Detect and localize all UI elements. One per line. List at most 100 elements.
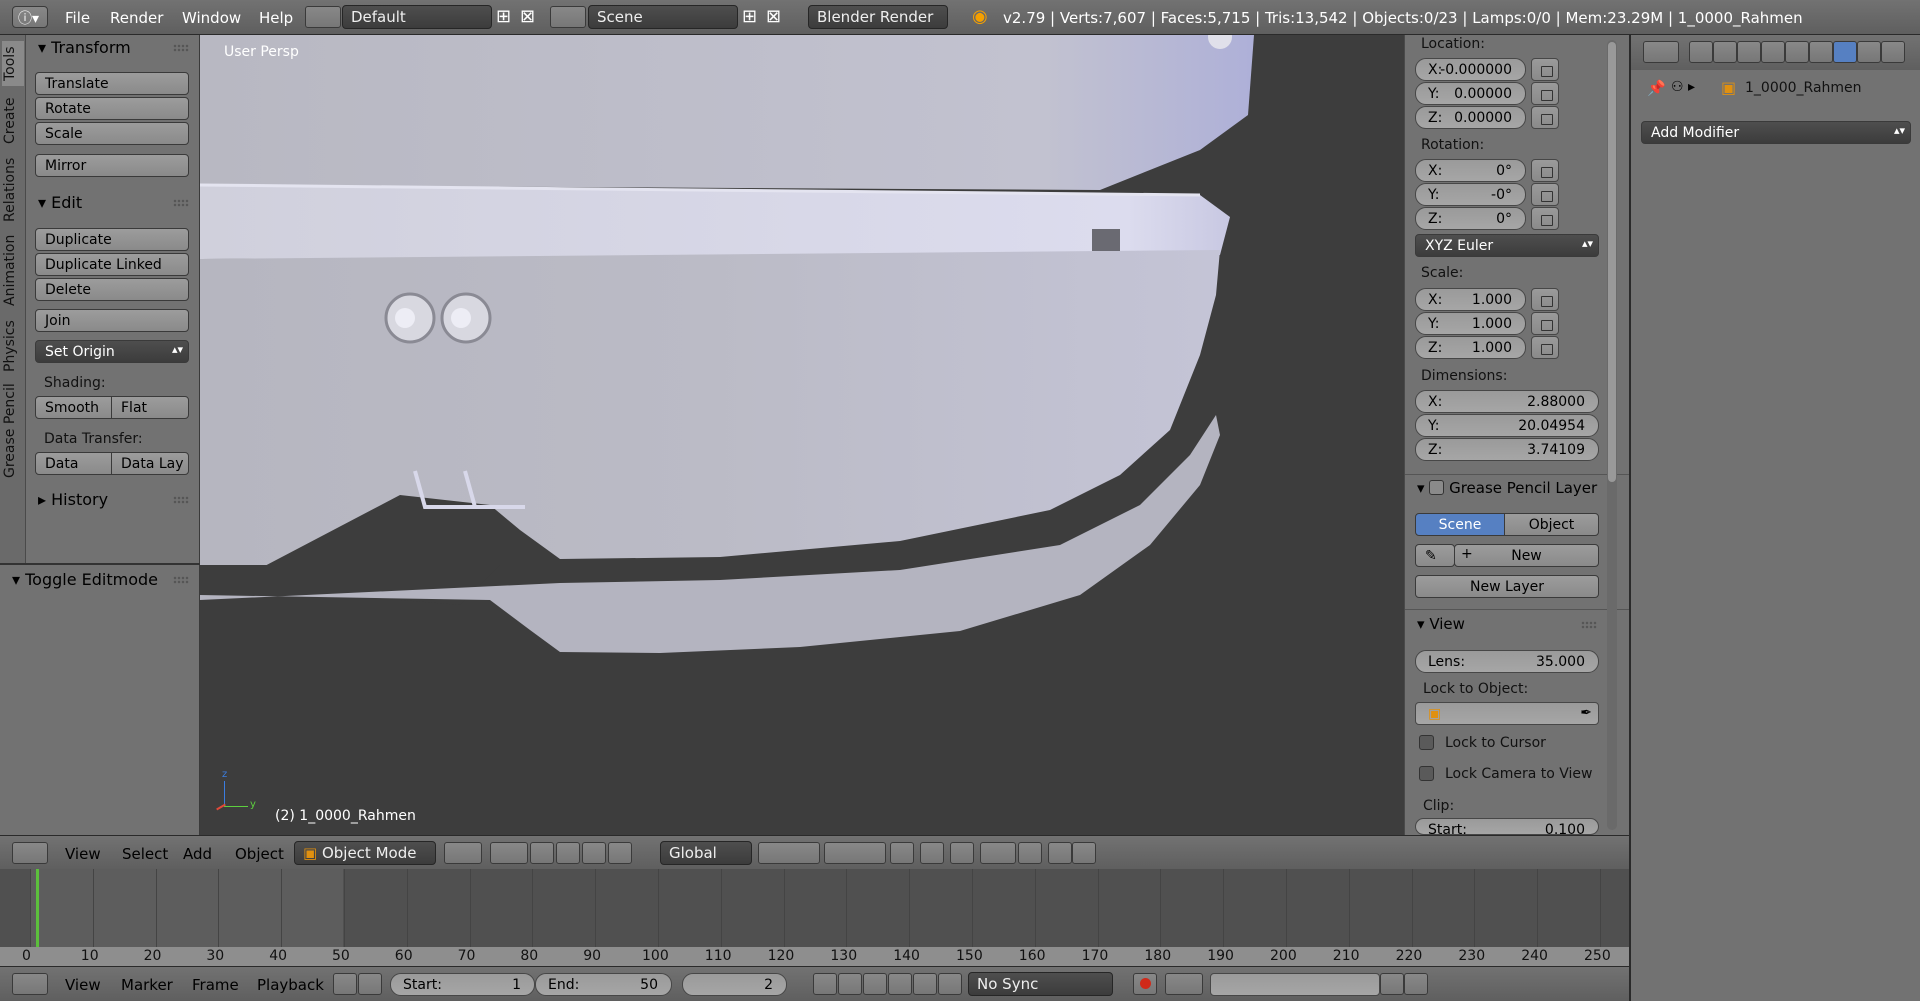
drag-handle-icon[interactable] [173,576,189,584]
scene-icon[interactable] [550,6,586,28]
menu-help[interactable]: Help [259,9,293,27]
pin-icon[interactable]: 📌 [1647,79,1666,97]
scale-button[interactable]: Scale [35,122,189,145]
remove-scene-icon[interactable]: ⊠ [766,6,781,27]
grease-pencil-checkbox[interactable] [1429,480,1445,495]
render-icon[interactable] [1048,842,1072,864]
data-tab-icon[interactable] [1857,41,1881,63]
lock-icon[interactable] [1531,159,1559,182]
toggle-editmode-header[interactable]: ▾ Toggle Editmode [12,570,158,589]
menu-file[interactable]: File [65,9,90,27]
menu-object[interactable]: Object [235,845,284,863]
lock-icon[interactable] [1531,288,1559,311]
lock-icon[interactable] [1531,336,1559,359]
gp-new-layer-button[interactable]: New Layer [1415,575,1599,598]
scale-x-field[interactable]: X: 1.000 [1415,288,1526,311]
current-frame-field[interactable]: 2 [682,973,787,996]
rotation-mode-dropdown[interactable]: XYZ Euler ▴▾ [1415,234,1599,257]
proportional-edit-icon[interactable] [920,842,944,864]
rotation-z-field[interactable]: Z: 0° [1415,207,1526,230]
render-animation-icon[interactable] [1072,842,1096,864]
scene-dropdown[interactable]: Scene [588,5,738,29]
tab-create[interactable]: Create [2,93,24,148]
snap-target-icon[interactable] [1018,842,1042,864]
scale-manipulator-icon[interactable] [608,842,632,864]
jump-prev-keyframe-icon[interactable] [838,973,862,995]
menu-render[interactable]: Render [110,9,163,27]
lock-icon[interactable] [1531,82,1559,105]
sync-dropdown[interactable]: No Sync [968,972,1113,996]
menu-frame[interactable]: Frame [192,976,239,994]
scale-z-field[interactable]: Z: 1.000 [1415,336,1526,359]
layers-grid-icon[interactable] [824,842,886,864]
render-layers-tab-icon[interactable] [1713,41,1737,63]
record-icon[interactable] [1133,973,1157,995]
menu-view[interactable]: View [65,845,101,863]
lock-icon[interactable] [1531,312,1559,335]
translate-manipulator-icon[interactable] [556,842,580,864]
lock-icon[interactable] [1531,58,1559,81]
keying-set-icon[interactable] [1165,973,1203,995]
menu-view[interactable]: View [65,976,101,994]
set-origin-dropdown[interactable]: Set Origin ▴▾ [35,340,189,363]
eyedropper-icon[interactable]: ✒ [1580,705,1592,721]
snap-icon[interactable] [980,842,1016,864]
lock-icon[interactable] [1531,207,1559,230]
add-scene-icon[interactable]: ⊞ [742,6,757,27]
material-tab-icon[interactable] [1881,41,1905,63]
start-frame-field[interactable]: Start: 1 [390,973,535,996]
menu-playback[interactable]: Playback [257,976,324,994]
tab-tools[interactable]: Tools [2,41,24,86]
drag-handle-icon[interactable] [173,199,189,207]
lock-cursor-checkbox[interactable] [1419,735,1434,750]
constraints-tab-icon[interactable] [1809,41,1833,63]
lock-icon[interactable] [1531,183,1559,206]
flat-button[interactable]: Flat [111,396,189,419]
menu-window[interactable]: Window [182,9,241,27]
add-layout-icon[interactable]: ⊞ [496,6,511,27]
play-reverse-icon[interactable] [863,973,887,995]
lock-layers-icon[interactable] [890,842,914,864]
rotate-button[interactable]: Rotate [35,97,189,120]
location-x-field[interactable]: X: -0.000000 [1415,58,1526,81]
layers-grid-icon[interactable] [758,842,820,864]
render-tab-icon[interactable] [1689,41,1713,63]
rotate-manipulator-icon[interactable] [582,842,606,864]
panel-scrollbar[interactable] [1607,40,1617,830]
lock-camera-checkbox[interactable] [1419,766,1434,781]
timeline[interactable]: 0 10 20 30 40 50 60 70 80 90 100 110 120 130 140 150 160… [0,869,1629,966]
menu-select[interactable]: Select [122,845,168,863]
remove-layout-icon[interactable]: ⊠ [520,6,535,27]
jump-start-icon[interactable] [813,973,837,995]
transform-panel-header[interactable]: ▾ Transform [38,38,131,57]
preview-range-icon[interactable] [333,973,357,995]
layout-icon[interactable] [305,6,341,28]
translate-button[interactable]: Translate [35,72,189,95]
delete-keyframe-icon[interactable] [1404,973,1428,995]
lock-object-field[interactable]: ▣ ✒ [1415,702,1599,725]
history-panel-header[interactable]: ▸ History [38,490,108,509]
pivot-point-icon[interactable] [490,842,528,864]
menu-marker[interactable]: Marker [121,976,173,994]
gp-new-button[interactable]: + New [1454,544,1599,567]
scale-y-field[interactable]: Y: 1.000 [1415,312,1526,335]
rotation-x-field[interactable]: X: 0° [1415,159,1526,182]
gp-pencil-dropdown[interactable]: ✎ [1415,544,1455,567]
modifiers-tab-icon[interactable] [1833,41,1857,63]
add-modifier-dropdown[interactable]: Add Modifier ▴▾ [1641,121,1911,144]
end-frame-field[interactable]: End: 50 [535,973,672,996]
tab-physics[interactable]: Physics [2,316,24,376]
tab-relations[interactable]: Relations [2,155,24,225]
mirror-button[interactable]: Mirror [35,154,189,177]
gp-object-button[interactable]: Object [1504,513,1599,536]
dimension-y-field[interactable]: Y: 20.04954 [1415,414,1599,437]
drag-handle-icon[interactable] [173,44,189,52]
data-lay-button[interactable]: Data Lay [111,452,189,475]
mode-dropdown[interactable]: ▣ Object Mode [294,841,436,865]
insert-keyframe-icon[interactable] [1380,973,1404,995]
drag-handle-icon[interactable] [173,496,189,504]
jump-next-keyframe-icon[interactable] [913,973,937,995]
view-panel-header[interactable]: ▾ View [1417,615,1465,633]
viewport-shading-icon[interactable] [444,842,482,864]
lock-icon[interactable] [358,973,382,995]
